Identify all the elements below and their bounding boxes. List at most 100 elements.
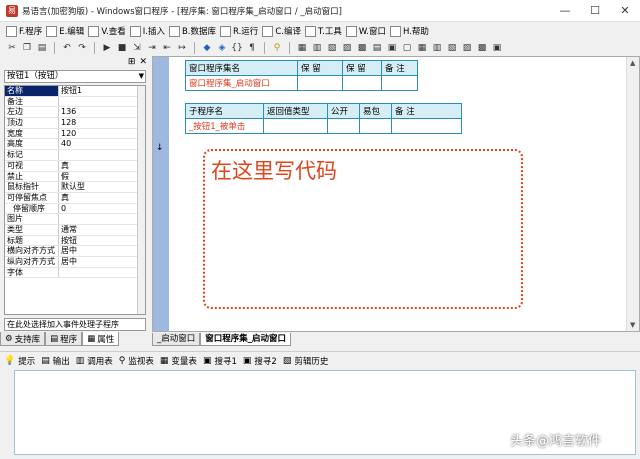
property-row[interactable]: 可停留焦点真 xyxy=(5,192,145,204)
minimize-button[interactable]: — xyxy=(550,0,580,22)
layout-icon-1[interactable]: ▦ xyxy=(296,42,308,54)
menu-window[interactable]: W.窗口 xyxy=(345,25,386,37)
layout-icon-7[interactable]: ▣ xyxy=(386,42,398,54)
stop-icon[interactable]: ■ xyxy=(116,42,128,54)
layout-icon-14[interactable]: ▣ xyxy=(491,42,503,54)
tab-variables[interactable]: ▦ 变量表 xyxy=(160,355,197,367)
return-type-cell[interactable] xyxy=(263,118,328,134)
property-row[interactable]: 禁止假 xyxy=(5,171,145,183)
maximize-button[interactable]: ☐ xyxy=(580,0,610,22)
property-row[interactable]: 横向对齐方式 居中 xyxy=(5,246,145,257)
chevron-down-icon: ▼ xyxy=(138,72,144,80)
property-row[interactable]: 图片 xyxy=(5,214,145,225)
remark-cell[interactable] xyxy=(381,75,418,91)
run-icon[interactable]: ▶ xyxy=(101,42,113,54)
menu-compile[interactable]: C.编译 xyxy=(262,25,301,37)
tab-hints[interactable]: 💡 提示 xyxy=(4,355,35,367)
property-row[interactable]: 可视真 xyxy=(5,160,145,172)
cut-icon[interactable]: ✂ xyxy=(6,42,18,54)
reserved-header-2: 保 留 xyxy=(342,60,382,76)
layout-icon-10[interactable]: ▥ xyxy=(431,42,443,54)
tab-properties[interactable]: ▦ 属性 xyxy=(82,332,120,346)
tab-startup-window[interactable]: _启动窗口 xyxy=(152,333,201,346)
reserved-cell-1[interactable] xyxy=(297,75,343,91)
layout-icon-5[interactable]: ▩ xyxy=(356,42,368,54)
reserved-cell-2[interactable] xyxy=(342,75,382,91)
scroll-down-icon[interactable]: ▼ xyxy=(630,321,635,329)
layout-icon-3[interactable]: ▧ xyxy=(326,42,338,54)
property-row[interactable]: 顶边 128 xyxy=(5,118,145,129)
window-icon xyxy=(345,25,357,37)
property-row[interactable]: 宽度 120 xyxy=(5,128,145,140)
code-area[interactable]: 窗口程序集名 保 留 保 留 备 注 窗口程序集_启动窗口 子程序名 返回值类型… xyxy=(169,57,627,331)
close-button[interactable]: ✕ xyxy=(610,0,640,22)
tab-support-library[interactable]: ⚙ 支持库 xyxy=(0,332,46,346)
tab-watch[interactable]: ⚲ 监视表 xyxy=(119,355,154,367)
find-icon[interactable]: ⚲ xyxy=(271,42,283,54)
tab-search-2[interactable]: ▣ 搜寻2 xyxy=(243,355,277,367)
property-row[interactable]: 名称 按钮1 xyxy=(5,86,145,97)
menu-run[interactable]: R.运行 xyxy=(220,25,258,37)
property-grid[interactable]: 名称 按钮1 备注 左边 136 顶边 128 宽度 120 高度 40 标记 可视真 禁… xyxy=(4,85,146,315)
step-into-icon[interactable]: ⇲ xyxy=(131,42,143,54)
step-out-icon[interactable]: ⇤ xyxy=(161,42,173,54)
public-cell[interactable] xyxy=(327,118,360,134)
toolbar-separator xyxy=(264,42,265,54)
property-row[interactable]: 左边 136 xyxy=(5,107,145,119)
run-to-cursor-icon[interactable]: ↦ xyxy=(176,42,188,54)
editor-scrollbar[interactable]: ▲ ▼ xyxy=(626,57,639,331)
layout-icon-12[interactable]: ▨ xyxy=(461,42,473,54)
property-scrollbar[interactable] xyxy=(137,86,145,314)
layout-icon-8[interactable]: ▢ xyxy=(401,42,413,54)
property-row[interactable]: 高度 40 xyxy=(5,139,145,151)
easy-package-header: 易包 xyxy=(359,103,392,119)
breakpoint-icon[interactable]: ◆ xyxy=(201,42,213,54)
bracket-icon[interactable]: {} xyxy=(231,42,243,54)
panel-close-icon[interactable]: ✕ xyxy=(139,57,147,67)
menu-edit[interactable]: E.编辑 xyxy=(46,25,84,37)
menu-insert[interactable]: I.插入 xyxy=(129,25,165,37)
assembly-name-cell[interactable]: 窗口程序集_启动窗口 xyxy=(185,75,298,91)
menu-database[interactable]: B.数据库 xyxy=(168,25,216,37)
property-row[interactable]: 停留顺序 0 xyxy=(5,203,145,215)
copy-icon[interactable]: ❐ xyxy=(21,42,33,54)
tab-output[interactable]: ▤ 输出 xyxy=(41,355,70,367)
menu-view[interactable]: V.查看 xyxy=(88,25,126,37)
property-row[interactable]: 鼠标指针 默认型 xyxy=(5,182,145,193)
layout-icon-11[interactable]: ▧ xyxy=(446,42,458,54)
remark-cell[interactable] xyxy=(391,118,462,134)
layout-icon-13[interactable]: ▩ xyxy=(476,42,488,54)
property-row[interactable]: 备注 xyxy=(5,96,145,108)
undo-icon[interactable]: ↶ xyxy=(61,42,73,54)
step-over-icon[interactable]: ⇥ xyxy=(146,42,158,54)
property-row[interactable]: 字体 xyxy=(5,267,145,279)
redo-icon[interactable]: ↷ xyxy=(76,42,88,54)
tab-search-1[interactable]: ▣ 搜寻1 xyxy=(203,355,237,367)
paste-icon[interactable]: ▤ xyxy=(36,42,48,54)
menu-tools[interactable]: T.工具 xyxy=(304,25,342,37)
layout-icon-2[interactable]: ▥ xyxy=(311,42,323,54)
subroutine-name-cell[interactable]: _按钮1_被单击 xyxy=(185,118,264,134)
menu-help[interactable]: H.帮助 xyxy=(389,25,429,37)
comment-icon[interactable]: ¶ xyxy=(246,42,258,54)
menu-program[interactable]: F.程序 xyxy=(6,25,42,37)
run-icon xyxy=(220,25,231,37)
component-selector[interactable]: 按钮1（按钮） ▼ xyxy=(4,70,146,83)
tab-program[interactable]: ▤ 程序 xyxy=(45,332,83,346)
property-row[interactable]: 标记 xyxy=(5,150,145,161)
easy-package-cell[interactable] xyxy=(359,118,392,134)
pin-icon[interactable]: ⊞ xyxy=(128,57,136,67)
scroll-up-icon[interactable]: ▲ xyxy=(630,59,635,67)
layout-icon-9[interactable]: ▦ xyxy=(416,42,428,54)
code-editor[interactable]: ↓ 窗口程序集名 保 留 保 留 备 注 窗口程序集_启动窗口 子程序名 返回值… xyxy=(152,56,640,332)
layout-icon-4[interactable]: ▨ xyxy=(341,42,353,54)
watch-icon[interactable]: ◈ xyxy=(216,42,228,54)
tab-window-assembly[interactable]: 窗口程序集_启动窗口 xyxy=(200,333,292,346)
property-row[interactable]: 纵向对齐方式 居中 xyxy=(5,257,145,268)
property-row[interactable]: 类型 通常 xyxy=(5,224,145,236)
tab-call-stack[interactable]: ▥ 调用表 xyxy=(76,355,113,367)
event-selector[interactable]: 在此处选择加入事件处理子程序 xyxy=(4,318,146,331)
property-row[interactable]: 标题 按钮 xyxy=(5,235,145,247)
tab-clip-history[interactable]: ▧ 剪辑历史 xyxy=(283,355,329,367)
layout-icon-6[interactable]: ▤ xyxy=(371,42,383,54)
